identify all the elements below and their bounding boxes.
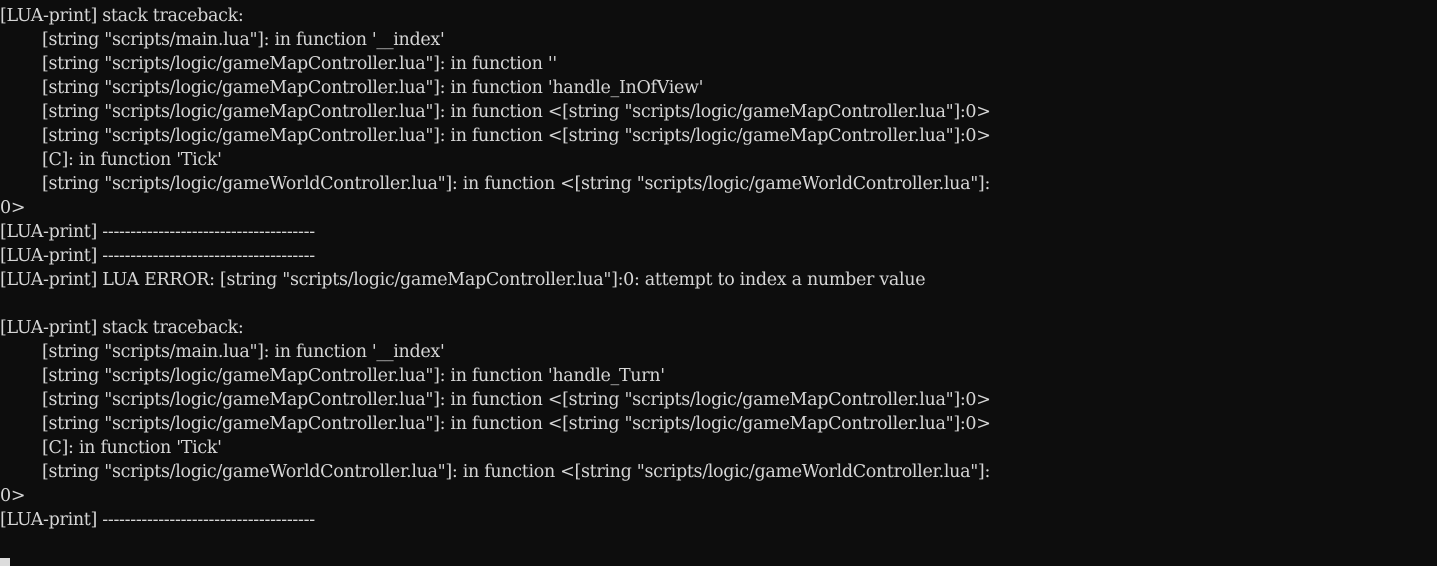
console-line: [string "scripts/logic/gameWorldControll… (0, 462, 991, 482)
console-line: 0> (0, 198, 26, 218)
text-cursor (0, 558, 10, 566)
console-line: [LUA-print] ----------------------------… (0, 510, 315, 530)
console-line: [LUA-print] LUA ERROR: [string "scripts/… (0, 270, 926, 290)
console-line: [LUA-print] stack traceback: (0, 6, 244, 26)
console-line: [LUA-print] ----------------------------… (0, 246, 315, 266)
console-line: [string "scripts/main.lua"]: in function… (0, 30, 445, 50)
console-line: [string "scripts/logic/gameMapController… (0, 78, 704, 98)
console-line: 0> (0, 486, 26, 506)
console-line: [LUA-print] ----------------------------… (0, 222, 315, 242)
console-line: [string "scripts/logic/gameMapController… (0, 102, 991, 122)
console-line: [LUA-print] stack traceback: (0, 318, 244, 338)
console-line: [string "scripts/logic/gameMapController… (0, 366, 665, 386)
console-line-list: [LUA-print] stack traceback: [string "sc… (0, 4, 1437, 556)
console-line: [string "scripts/logic/gameWorldControll… (0, 174, 991, 194)
console-line: [string "scripts/logic/gameMapController… (0, 126, 991, 146)
console-line: [string "scripts/logic/gameMapController… (0, 390, 991, 410)
console-line: [string "scripts/main.lua"]: in function… (0, 342, 445, 362)
console-line: [string "scripts/logic/gameMapController… (0, 414, 991, 434)
console-line: [C]: in function 'Tick' (0, 438, 222, 458)
console-line: [string "scripts/logic/gameMapController… (0, 54, 557, 74)
console-line: [C]: in function 'Tick' (0, 150, 222, 170)
lua-console-output[interactable]: [LUA-print] stack traceback: [string "sc… (0, 0, 1437, 566)
